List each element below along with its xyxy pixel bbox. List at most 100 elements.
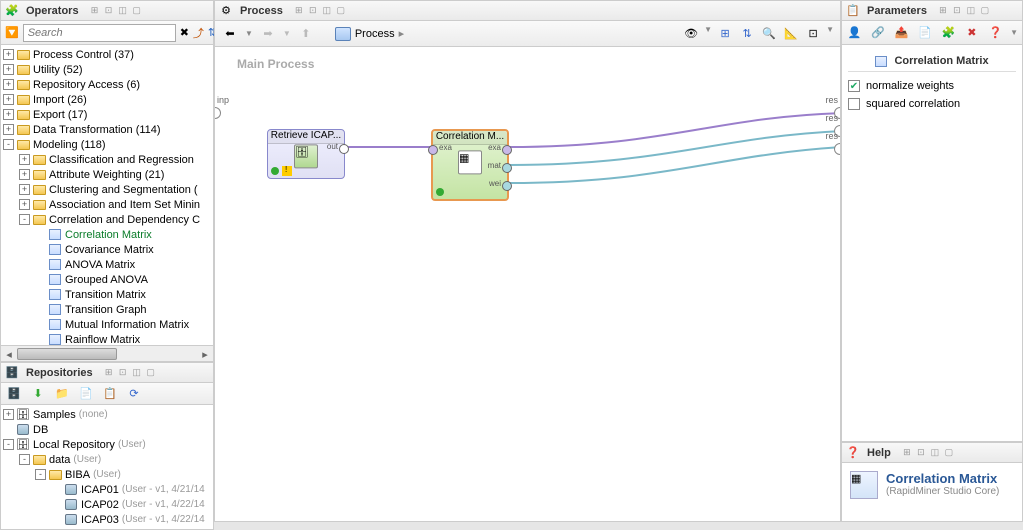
horizontal-scrollbar[interactable]: ◂ ▸ (1, 345, 213, 361)
process-result-port[interactable] (834, 143, 840, 155)
operator-output-port[interactable] (502, 181, 512, 191)
filter-dropdown-button[interactable]: 🔽 (5, 24, 19, 42)
tree-item[interactable]: +Utility (52) (1, 62, 213, 77)
layout-button[interactable]: ⊞ (716, 25, 734, 43)
param-export-button[interactable]: 📤 (893, 24, 910, 42)
panel-btn-icon[interactable]: ▢ (335, 5, 347, 17)
panel-btn-icon[interactable]: ⊞ (89, 5, 101, 17)
tree-item[interactable]: +Import (26) (1, 92, 213, 107)
tree-item[interactable]: Correlation Matrix (1, 227, 213, 242)
operators-tree[interactable]: +Process Control (37)+Utility (52)+Repos… (1, 45, 213, 345)
param-button[interactable]: 📄 (916, 24, 933, 42)
panel-btn-icon[interactable]: ◫ (131, 367, 143, 379)
tree-item[interactable]: +Classification and Regression (1, 152, 213, 167)
collapse-icon[interactable]: - (19, 214, 30, 225)
tree-item[interactable]: Grouped ANOVA (1, 272, 213, 287)
tree-item[interactable]: -🗄Local Repository(User) (1, 437, 213, 452)
view-button[interactable]: 👁 (682, 25, 700, 43)
tree-item[interactable]: +🗄Samples(none) (1, 407, 213, 422)
breadcrumb[interactable]: Process ▸ (335, 27, 404, 41)
checkbox-checked-icon[interactable]: ✔ (848, 80, 860, 92)
expand-icon[interactable]: + (19, 169, 30, 180)
tree-item[interactable]: +Attribute Weighting (21) (1, 167, 213, 182)
expand-icon[interactable]: + (3, 49, 14, 60)
scroll-right-icon[interactable]: ▸ (197, 346, 213, 362)
repositories-tree[interactable]: +🗄Samples(none)DB-🗄Local Repository(User… (1, 405, 213, 529)
collapse-icon[interactable]: - (19, 454, 30, 465)
panel-btn-icon[interactable]: ⊞ (103, 367, 115, 379)
panel-btn-icon[interactable]: ▢ (979, 5, 991, 17)
panel-btn-icon[interactable]: ⊡ (117, 367, 129, 379)
operator-input-port[interactable] (428, 145, 438, 155)
nav-forward-button[interactable]: ➡ (259, 25, 277, 43)
panel-btn-icon[interactable]: ⊞ (293, 5, 305, 17)
tree-item[interactable]: +Association and Item Set Minin (1, 197, 213, 212)
tree-item[interactable]: DB (1, 422, 213, 437)
panel-btn-icon[interactable]: ◫ (117, 5, 129, 17)
panel-btn-icon[interactable]: ▢ (145, 367, 157, 379)
tree-item[interactable]: ICAP02(User - v1, 4/22/14 (1, 497, 213, 512)
tree-item[interactable]: -data(User) (1, 452, 213, 467)
zoom-button[interactable]: 🔍 (760, 25, 778, 43)
process-canvas[interactable]: Main Process inp res res res Retrieve IC… (215, 47, 840, 521)
param-normalize-weights[interactable]: ✔ normalize weights (848, 80, 1016, 92)
operator-correlation-matrix[interactable]: Correlation M... ▦ exa exa mat wei (431, 129, 509, 201)
collapse-icon[interactable]: - (3, 439, 14, 450)
scroll-left-icon[interactable]: ◂ (1, 346, 17, 362)
auto-button[interactable]: 📐 (782, 25, 800, 43)
snap-button[interactable]: ⊡ (804, 25, 822, 43)
clear-search-button[interactable]: ✖ (180, 24, 189, 42)
tree-item[interactable]: Transition Graph (1, 302, 213, 317)
operator-output-port[interactable] (502, 145, 512, 155)
operator-output-port[interactable] (339, 144, 349, 154)
operator-retrieve[interactable]: Retrieve ICAP... 🗄 out ! (267, 129, 345, 179)
param-button[interactable]: 🧩 (940, 24, 957, 42)
repo-refresh-button[interactable]: ⟳ (125, 385, 143, 403)
tree-item[interactable]: ICAP03(User - v1, 4/22/14 (1, 512, 213, 527)
repo-folder-button[interactable]: 📁 (53, 385, 71, 403)
panel-btn-icon[interactable]: ◫ (321, 5, 333, 17)
tree-item[interactable]: -BIBA(User) (1, 467, 213, 482)
collapse-icon[interactable]: - (3, 139, 14, 150)
tree-item[interactable]: +Clustering and Segmentation ( (1, 182, 213, 197)
panel-btn-icon[interactable]: ▢ (131, 5, 143, 17)
expand-icon[interactable]: + (3, 409, 14, 420)
panel-btn-icon[interactable]: ⊡ (307, 5, 319, 17)
panel-btn-icon[interactable]: ▢ (943, 447, 955, 459)
process-input-port[interactable] (215, 107, 221, 119)
repo-new-button[interactable]: ⬇ (29, 385, 47, 403)
tree-item[interactable]: ANOVA Matrix (1, 257, 213, 272)
expand-icon[interactable]: + (19, 184, 30, 195)
tree-item[interactable]: Rainflow Matrix (1, 332, 213, 345)
expand-icon[interactable]: + (3, 64, 14, 75)
panel-btn-icon[interactable]: ⊞ (901, 447, 913, 459)
expand-icon[interactable]: + (3, 124, 14, 135)
repo-paste-button[interactable]: 📋 (101, 385, 119, 403)
tree-item[interactable]: +Process Control (37) (1, 47, 213, 62)
panel-btn-icon[interactable]: ⊡ (915, 447, 927, 459)
panel-btn-icon[interactable]: ◫ (929, 447, 941, 459)
scroll-thumb[interactable] (17, 348, 117, 360)
param-link-button[interactable]: 🔗 (869, 24, 886, 42)
repo-add-button[interactable]: 🗄️ (5, 385, 23, 403)
tree-item[interactable]: +Repository Access (6) (1, 77, 213, 92)
param-user-button[interactable]: 👤 (846, 24, 863, 42)
checkbox-unchecked-icon[interactable] (848, 98, 860, 110)
collapse-icon[interactable]: - (35, 469, 46, 480)
operator-output-port[interactable] (502, 163, 512, 173)
tree-item[interactable]: ICAP01(User - v1, 4/21/14 (1, 482, 213, 497)
param-help-button[interactable]: ❓ (987, 24, 1004, 42)
search-input[interactable] (23, 24, 176, 42)
nav-back-button[interactable]: ⬅ (221, 25, 239, 43)
param-squared-correlation[interactable]: squared correlation (848, 98, 1016, 110)
panel-btn-icon[interactable]: ⊡ (951, 5, 963, 17)
tree-item[interactable]: +Export (17) (1, 107, 213, 122)
tree-item[interactable]: -Modeling (118) (1, 137, 213, 152)
tree-item[interactable]: Transition Matrix (1, 287, 213, 302)
arrange-button[interactable]: ⇅ (738, 25, 756, 43)
repo-copy-button[interactable]: 📄 (77, 385, 95, 403)
expand-button[interactable]: ⤴ (193, 24, 204, 42)
panel-btn-icon[interactable]: ⊡ (103, 5, 115, 17)
tree-item[interactable]: -Correlation and Dependency C (1, 212, 213, 227)
panel-btn-icon[interactable]: ⊞ (937, 5, 949, 17)
